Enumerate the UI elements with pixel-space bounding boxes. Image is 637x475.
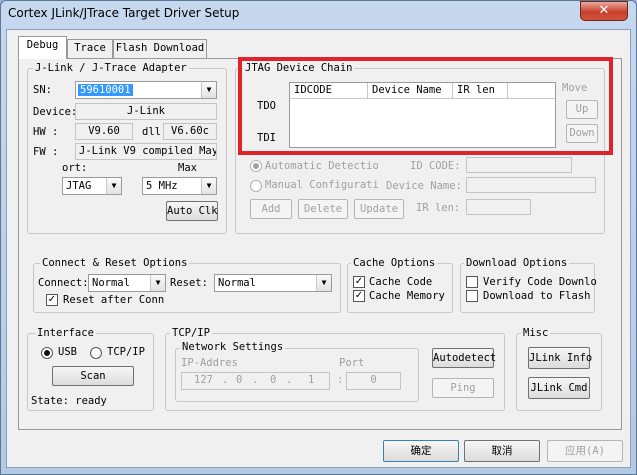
ip-octet-3: 0 — [270, 374, 277, 386]
chevron-down-icon: ▼ — [150, 275, 165, 291]
dll-value: V6.60c — [163, 123, 217, 140]
ir-len-label: IR len: — [416, 202, 461, 214]
device-name-label: Device Name: — [386, 180, 462, 192]
port-select-value: JTAG — [66, 180, 92, 192]
hw-label: HW : — [33, 126, 59, 138]
update-button[interactable]: Update — [354, 199, 404, 219]
manual-config-label: Manual Configurati — [265, 179, 379, 191]
chevron-down-icon: ▼ — [201, 82, 216, 98]
port-input[interactable]: 0 — [346, 372, 401, 390]
hw-value: V9.60 — [75, 123, 133, 140]
max-label: Max — [178, 162, 197, 174]
cache-memory-label: Cache Memory — [369, 290, 445, 302]
network-settings-title: Network Settings — [180, 341, 286, 353]
reset-select[interactable]: Normal ▼ — [214, 274, 332, 292]
close-button[interactable]: ✕ — [580, 1, 628, 21]
usb-label: USB — [58, 346, 77, 358]
reset-after-connect-checkbox[interactable]: ✓ — [46, 294, 58, 306]
tcpip-group-title: TCP/IP — [170, 327, 212, 339]
cancel-button[interactable]: 取消 — [464, 440, 540, 462]
sn-select-value: 59610001 — [78, 84, 133, 96]
reset-label: Reset: — [170, 277, 208, 289]
ip-address-label: IP-Addres — [181, 357, 238, 369]
delete-button[interactable]: Delete — [298, 199, 348, 219]
port-separator: : — [337, 374, 344, 386]
connect-label: Connect: — [38, 277, 89, 289]
highlight-box — [238, 57, 613, 155]
state-text: State: ready — [31, 395, 107, 407]
verify-code-download-label: Verify Code Downlo — [483, 276, 597, 288]
port-field-label: Port — [339, 357, 365, 369]
misc-group-title: Misc — [521, 327, 551, 339]
ir-len-input[interactable] — [466, 199, 531, 215]
apply-button[interactable]: 应用(A) — [547, 440, 623, 462]
max-clock-select[interactable]: 5 MHz ▼ — [142, 177, 217, 195]
tcpip-radio[interactable] — [90, 347, 102, 359]
verify-code-download-checkbox[interactable] — [466, 276, 478, 288]
interface-group-title: Interface — [35, 327, 96, 339]
connect-select[interactable]: Normal ▼ — [88, 274, 166, 292]
max-clock-value: 5 MHz — [146, 180, 178, 192]
ip-dot-icon: . — [222, 374, 229, 386]
chevron-down-icon: ▼ — [316, 275, 331, 291]
reset-select-value: Normal — [218, 277, 256, 289]
port-select[interactable]: JTAG ▼ — [62, 177, 122, 195]
dll-label: dll — [142, 126, 161, 138]
download-options-group — [460, 263, 595, 313]
chevron-down-icon: ▼ — [201, 178, 216, 194]
autodetect-button[interactable]: Autodetect — [432, 348, 496, 368]
device-name-input[interactable] — [466, 177, 596, 193]
sn-select[interactable]: 59610001 ▼ — [75, 81, 217, 99]
id-code-input[interactable] — [466, 157, 572, 173]
tcpip-radio-label: TCP/IP — [107, 346, 145, 358]
cache-memory-checkbox[interactable]: ✓ — [353, 290, 365, 302]
chevron-down-icon: ▼ — [106, 178, 121, 194]
device-label: Device: — [33, 106, 78, 118]
device-value: J-Link — [75, 103, 217, 120]
fw-value: J-Link V9 compiled May — [75, 143, 217, 160]
tab-trace[interactable]: Trace — [67, 39, 113, 58]
port-label: ort: — [62, 162, 88, 174]
jlink-cmd-button[interactable]: JLink Cmd — [528, 377, 590, 399]
sn-label: SN: — [33, 84, 52, 96]
manual-config-radio[interactable] — [250, 180, 262, 192]
auto-detection-radio[interactable] — [250, 160, 262, 172]
tab-debug[interactable]: Debug — [18, 36, 67, 59]
ip-address-input[interactable]: 127 . 0 . 0 . 1 — [181, 372, 330, 390]
fw-label: FW : — [33, 146, 59, 158]
cache-options-group — [347, 263, 453, 313]
ip-octet-4: 1 — [308, 374, 315, 386]
ok-button[interactable]: 确定 — [383, 440, 459, 462]
id-code-label: ID CODE: — [410, 160, 461, 172]
cache-code-label: Cache Code — [369, 276, 433, 288]
ip-dot-icon: . — [286, 374, 293, 386]
scan-button[interactable]: Scan — [52, 366, 134, 386]
usb-radio[interactable] — [41, 347, 53, 359]
cache-options-group-title: Cache Options — [351, 257, 438, 269]
reset-after-connect-label: Reset after Conn — [63, 294, 165, 306]
connect-reset-group-title: Connect & Reset Options — [40, 257, 190, 269]
cache-code-checkbox[interactable]: ✓ — [353, 276, 365, 288]
auto-clk-button[interactable]: Auto Clk — [166, 201, 218, 221]
add-button[interactable]: Add — [250, 199, 292, 219]
ip-dot-icon: . — [252, 374, 259, 386]
misc-group — [516, 333, 602, 411]
close-icon: ✕ — [598, 3, 610, 18]
adapter-group-title: J-Link / J-Trace Adapter — [33, 62, 189, 74]
connect-select-value: Normal — [92, 277, 130, 289]
ip-octet-1: 127 — [194, 374, 213, 386]
auto-detection-label: Automatic Detectio — [265, 160, 379, 172]
tab-flash-download[interactable]: Flash Download — [113, 39, 207, 58]
window-title: Cortex JLink/JTrace Target Driver Setup — [8, 6, 240, 20]
download-options-group-title: Download Options — [464, 257, 570, 269]
ip-octet-2: 0 — [236, 374, 243, 386]
ping-button[interactable]: Ping — [432, 378, 494, 398]
jlink-info-button[interactable]: JLink Info — [528, 347, 592, 369]
download-to-flash-checkbox[interactable] — [466, 290, 478, 302]
download-to-flash-label: Download to Flash — [483, 290, 591, 302]
